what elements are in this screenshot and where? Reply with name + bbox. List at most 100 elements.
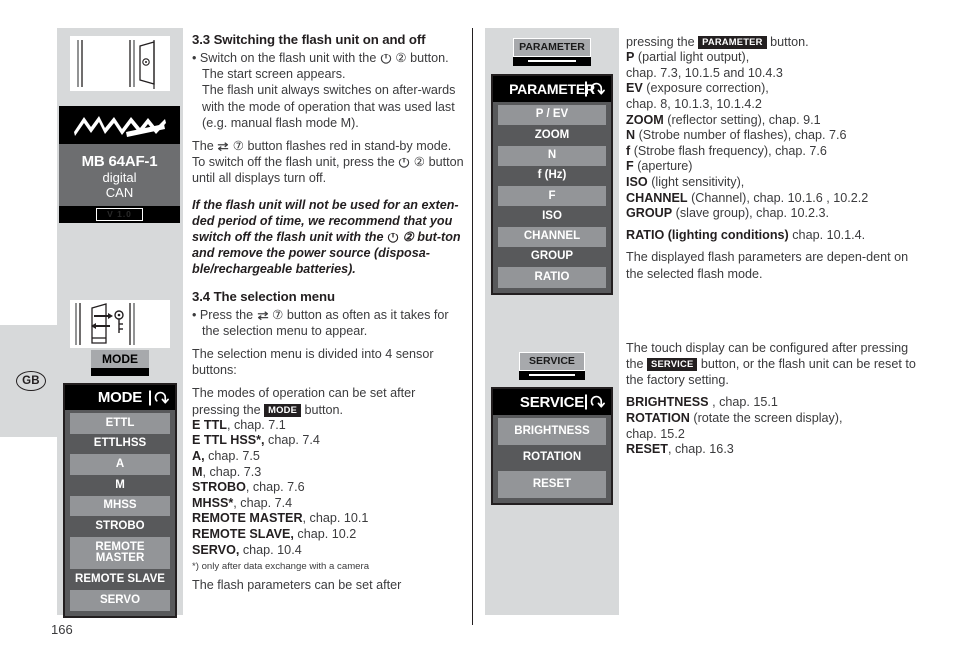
mode-menu-item-remote-master[interactable]: REMOTE MASTER — [70, 537, 170, 570]
language-code-badge: GB — [16, 371, 46, 391]
parameter-chapter-name: CHANNEL — [626, 190, 688, 205]
switch-on-text-a: • Switch on the flash unit with the — [192, 51, 380, 65]
parameter-chapter-row: f (Strobe flash frequency), chap. 7.6 — [626, 144, 926, 160]
parameter-menu-item-ratio[interactable]: RATIO — [498, 267, 606, 288]
swap-arrows-icon — [217, 141, 229, 152]
ratio-label: RATIO (lighting conditions) — [626, 227, 789, 242]
service-menu-panel[interactable]: SERVICE BRIGHTNESS ROTATION RESET — [491, 387, 613, 505]
service-menu-item-brightness[interactable]: BRIGHTNESS — [498, 418, 606, 445]
start-screen-model-block: MB 64AF-1 digital CAN — [59, 144, 180, 206]
paragraph-pressing-parameter: pressing the PARAMETER button. — [626, 34, 926, 50]
paragraph-four-sensor-buttons: The selection menu is divided into 4 sen… — [192, 347, 434, 378]
service-button-graphic[interactable]: SERVICE — [519, 352, 585, 380]
service-keycap: SERVICE — [647, 357, 698, 371]
parameter-menu-item-f-hz[interactable]: f (Hz) — [498, 165, 606, 187]
back-arrow-icon[interactable] — [585, 394, 605, 410]
pressing-text-a: pressing the — [626, 35, 699, 49]
parameter-chapter-list: P (partial light output), chap. 7.3, 10.1… — [626, 50, 926, 222]
parameter-chapter-name: F — [626, 159, 634, 174]
parameter-menu-item-zoom[interactable]: ZOOM — [498, 125, 606, 146]
metz-logo — [59, 106, 180, 144]
mode-chapter-detail: chap. 7.5 — [204, 449, 260, 464]
service-chapter-detail: chap. 15.2 — [626, 426, 685, 441]
parameter-button-graphic[interactable]: PARAMETER — [513, 38, 591, 66]
mode-chapter-name: REMOTE MASTER — [192, 511, 303, 526]
right-text-column: pressing the PARAMETER button. P (partia… — [626, 34, 926, 458]
parameter-chapter-row: chap. 7.3, 10.1.5 and 10.4.3 — [626, 66, 926, 82]
mode-chapter-row: E TTL, chap. 7.1 — [192, 418, 464, 434]
back-arrow-icon[interactable] — [149, 390, 169, 405]
mode-button-graphic[interactable]: MODE — [91, 350, 149, 376]
mode-chapter-name: E TTL HSS*, — [192, 433, 265, 448]
mode-chapter-name: MHSS* — [192, 495, 234, 510]
mode-chapter-row: E TTL HSS*, chap. 7.4 — [192, 433, 464, 449]
parameter-menu-item-f[interactable]: F — [498, 186, 606, 207]
parameter-chapter-detail: chap. 7.3, 10.1.5 and 10.4.3 — [626, 65, 783, 80]
service-chapter-detail: , chap. 16.3 — [668, 442, 734, 457]
power-icon — [387, 231, 399, 243]
mode-menu-item-mhss[interactable]: MHSS — [70, 495, 170, 517]
service-menu-item-reset[interactable]: RESET — [498, 471, 606, 498]
parameter-chapter-detail: (aperture) — [633, 159, 693, 174]
mode-chapter-detail: , chap. 7.3 — [202, 464, 262, 479]
mode-button-underline — [99, 370, 141, 373]
mode-chapter-name: E TTL — [192, 417, 227, 432]
paragraph-modes-set-after: The modes of operation can be set after … — [192, 385, 464, 417]
mode-menu-panel[interactable]: MODE ETTL ETTLHSS A M MHSS STROBO REMOTE MASTE… — [63, 383, 177, 618]
parameter-chapter-row: ISO (light sensitivity), — [626, 175, 926, 191]
mode-menu-item-m[interactable]: M — [70, 475, 170, 496]
parameter-chapter-row: P (partial light output), — [626, 50, 926, 66]
mode-chapter-detail: , chap. 7.6 — [245, 480, 305, 495]
mode-chapter-row: REMOTE MASTER, chap. 10.1 — [192, 511, 464, 527]
parameter-menu-panel[interactable]: PARAMETER P / EV ZOOM Nf (Hz) F ISO CHANNEL GR… — [491, 74, 613, 295]
paragraph-displayed-parameters: The displayed flash parameters are depen… — [626, 250, 909, 281]
service-menu-item-rotation[interactable]: ROTATION — [498, 444, 606, 471]
parameter-menu-item-p-ev[interactable]: P / EV — [498, 105, 606, 126]
mode-chapter-row: A, chap. 7.5 — [192, 449, 464, 465]
parameter-chapter-detail: (Strobe number of flashes), chap. 7.6 — [635, 128, 847, 143]
flash-unit-side-illustration — [70, 36, 170, 91]
mode-chapter-name: STROBO — [192, 480, 246, 495]
parameter-chapter-detail: (Strobe flash frequency), chap. 7.6 — [630, 143, 827, 158]
mode-chapter-detail: , chap. 7.4 — [233, 495, 293, 510]
mode-chapter-list: E TTL, chap. 7.1 E TTL HSS*, chap. 7.4 A, … — [192, 418, 464, 558]
ratio-chapter-line: RATIO (lighting conditions) chap. 10.1.4… — [626, 228, 926, 244]
parameter-menu-item-group[interactable]: GROUP — [498, 246, 606, 268]
mode-menu-item-strobo[interactable]: STROBO — [70, 516, 170, 538]
mode-chapter-detail: , chap. 10.1 — [302, 511, 369, 526]
mode-menu-item-servo[interactable]: SERVO — [70, 590, 170, 611]
parameter-menu-item-channel[interactable]: CHANNEL — [498, 226, 606, 247]
service-chapter-row: RESET, chap. 16.3 — [626, 442, 926, 458]
mode-menu-item-ettl[interactable]: ETTL — [70, 413, 170, 434]
parameter-menu-item-iso[interactable]: ISO — [498, 206, 606, 227]
section-3-4-heading: 3.4 The selection menu — [192, 288, 335, 304]
power-icon — [398, 156, 410, 168]
mode-menu-item-ettlhss[interactable]: ETTLHSS — [70, 433, 170, 455]
parameter-button-label: PARAMETER — [513, 38, 591, 57]
mode-chapter-row: STROBO, chap. 7.6 — [192, 480, 464, 496]
parameter-chapter-name: EV — [626, 81, 643, 96]
middle-text-column: 3.3 Switching the flash unit on and off … — [192, 32, 464, 600]
parameter-chapter-name: N — [626, 128, 636, 143]
parameter-chapter-row: F (aperture) — [626, 159, 926, 175]
mode-menu-item-remote-slave[interactable]: REMOTE SLAVE — [70, 569, 170, 590]
service-chapter-list: BRIGHTNESS , chap. 15.1 ROTATION (rotate … — [626, 395, 926, 457]
service-button-underline — [529, 373, 575, 377]
parameter-menu-item-n[interactable]: N — [498, 145, 606, 166]
service-chapter-row: chap. 15.2 — [626, 427, 926, 443]
paragraph-touch-display-config: The touch display can be configured afte… — [626, 340, 926, 389]
parameter-chapter-name: ZOOM — [626, 112, 664, 127]
paragraph-switch-on: • Switch on the flash unit with the ② bu… — [192, 50, 464, 66]
section-3-3-heading: 3.3 Switching the flash unit on and off — [192, 32, 426, 47]
mode-keycap: MODE — [264, 403, 302, 417]
model-line-2: digital — [102, 169, 137, 185]
paragraph-standby: The ⑦ button flashes red in stand-by mod… — [192, 138, 464, 187]
firmware-version: V 1.0 — [96, 208, 143, 221]
parameter-chapter-row: CHANNEL (Channel), chap. 10.1.6 , 10.2.2 — [626, 191, 926, 207]
mode-menu-item-a[interactable]: A — [70, 454, 170, 476]
mode-chapter-row: SERVO, chap. 10.4 — [192, 543, 464, 559]
ratio-rest: chap. 10.1.4. — [788, 227, 866, 242]
modes-text-b: button. — [301, 402, 344, 417]
back-arrow-icon[interactable] — [585, 81, 605, 97]
mode-chapter-row: M, chap. 7.3 — [192, 465, 464, 481]
